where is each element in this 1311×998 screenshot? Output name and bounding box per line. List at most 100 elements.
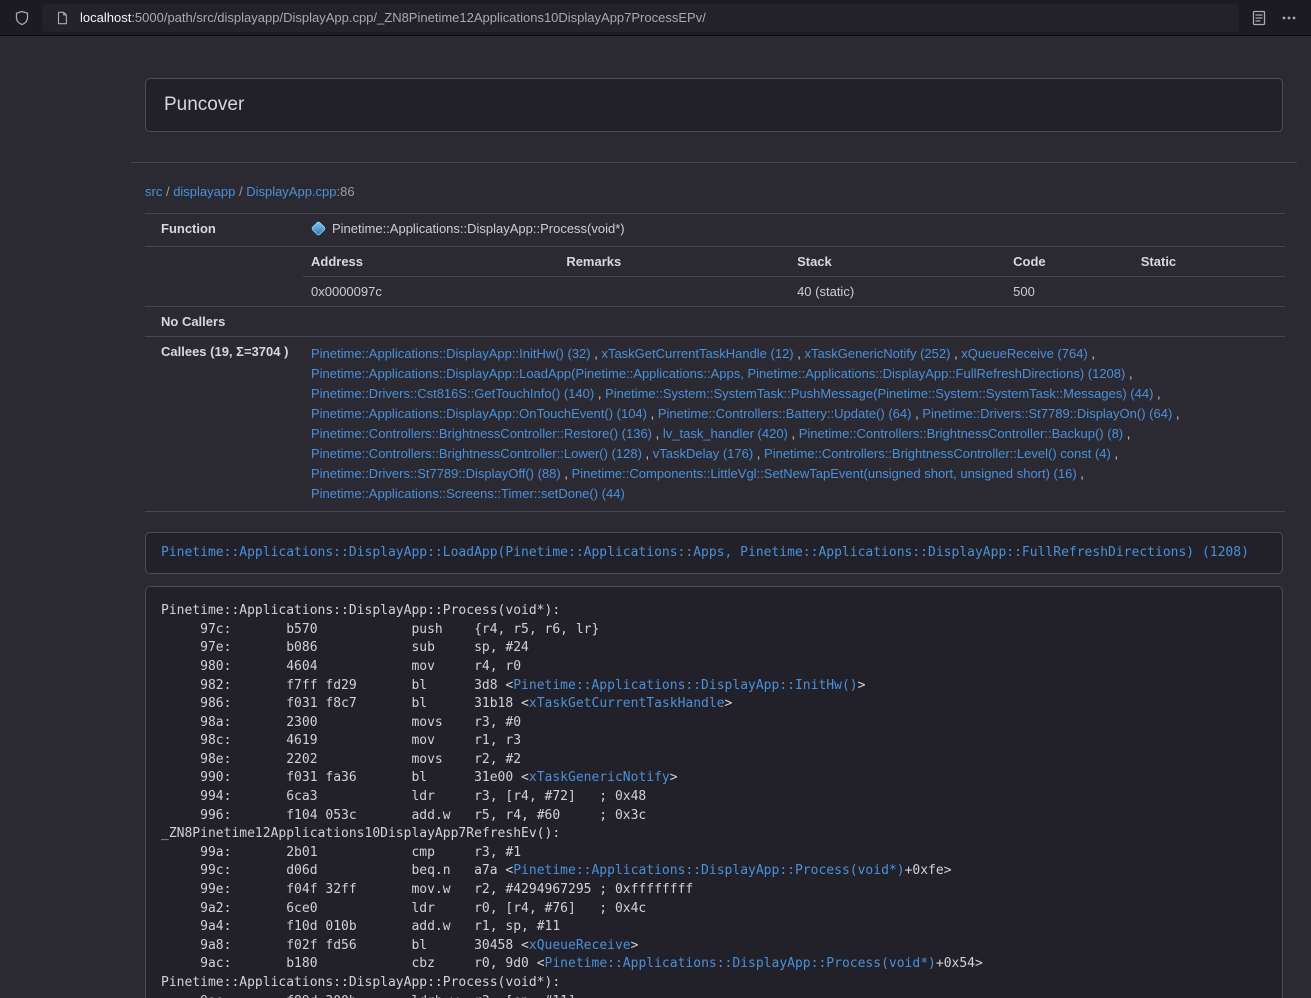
code-text: 99c: d06d beq.n a7a < <box>161 863 513 878</box>
col-stack: Stack <box>789 247 1005 277</box>
code-text: 990: f031 fa36 bl 31e00 < <box>161 770 529 785</box>
code-symbol-link[interactable]: Pinetime::Applications::DisplayApp::Proc… <box>513 863 904 878</box>
page-info-icon[interactable] <box>52 8 72 28</box>
callee-separator: , <box>594 386 605 401</box>
col-remarks: Remarks <box>558 247 789 277</box>
url-path: :5000/path/src/displayapp/DisplayApp.cpp… <box>131 10 706 25</box>
code-text: > <box>631 938 639 953</box>
url-text: localhost:5000/path/src/displayapp/Displ… <box>80 10 706 25</box>
code-symbol-link[interactable]: xTaskGenericNotify <box>529 770 670 785</box>
callee-link[interactable]: Pinetime::Applications::DisplayApp::Init… <box>311 346 591 361</box>
app-header-panel: Puncover <box>145 78 1283 132</box>
stats-row: Address Remarks Stack Code Static 0x0000… <box>145 247 1285 307</box>
callee-link[interactable]: vTaskDelay (176) <box>653 446 753 461</box>
reader-view-icon[interactable] <box>1249 8 1269 28</box>
callee-link[interactable]: Pinetime::Drivers::Cst816S::GetTouchInfo… <box>311 386 594 401</box>
callee-link[interactable]: Pinetime::Controllers::Battery::Update()… <box>658 406 912 421</box>
stats-header-row: Address Remarks Stack Code Static <box>303 247 1285 277</box>
function-icon <box>311 221 326 239</box>
col-code: Code <box>1005 247 1133 277</box>
selected-symbol-link[interactable]: Pinetime::Applications::DisplayApp::Load… <box>161 545 1249 560</box>
code-text: 986: f031 f8c7 bl 31b18 < <box>161 696 529 711</box>
callee-separator: , <box>591 346 602 361</box>
callee-separator: , <box>753 446 764 461</box>
no-callers-cell <box>303 307 1285 337</box>
function-table: Function Pinetime::Applications::Display… <box>145 213 1285 512</box>
cell-static <box>1133 277 1285 307</box>
callee-separator: , <box>1125 366 1132 381</box>
callee-link[interactable]: Pinetime::Controllers::BrightnessControl… <box>764 446 1111 461</box>
callee-separator: , <box>950 346 961 361</box>
code-text: 97e: b086 sub sp, #24 <box>161 640 529 655</box>
url-bar[interactable]: localhost:5000/path/src/displayapp/Displ… <box>42 4 1239 32</box>
callee-link[interactable]: Pinetime::Applications::Screens::Timer::… <box>311 486 625 501</box>
callee-link[interactable]: Pinetime::System::SystemTask::PushMessag… <box>605 386 1153 401</box>
function-name-cell: Pinetime::Applications::DisplayApp::Proc… <box>303 214 1285 247</box>
code-text: 9ac: b180 cbz r0, 9d0 < <box>161 956 545 971</box>
callee-link[interactable]: Pinetime::Controllers::BrightnessControl… <box>799 426 1123 441</box>
callee-separator: , <box>788 426 799 441</box>
breadcrumb-separator: / <box>162 184 173 199</box>
code-symbol-link[interactable]: xTaskGetCurrentTaskHandle <box>529 696 725 711</box>
code-text: 98e: 2202 movs r2, #2 <box>161 752 521 767</box>
callee-link[interactable]: xTaskGetCurrentTaskHandle (12) <box>601 346 793 361</box>
code-text: 98a: 2300 movs r3, #0 <box>161 715 521 730</box>
code-text: Pinetime::Applications::DisplayApp::Proc… <box>161 975 560 990</box>
code-text: 99a: 2b01 cmp r3, #1 <box>161 845 521 860</box>
callee-link[interactable]: Pinetime::Drivers::St7789::DisplayOn() (… <box>922 406 1172 421</box>
callee-link[interactable]: Pinetime::Controllers::BrightnessControl… <box>311 446 642 461</box>
breadcrumb: src / displayapp / DisplayApp.cpp:86 <box>145 184 1283 199</box>
code-text: > <box>725 696 733 711</box>
page-content: Puncover src / displayapp / DisplayApp.c… <box>131 36 1297 998</box>
no-callers-row: No Callers <box>145 307 1285 337</box>
code-text: > <box>858 678 866 693</box>
callee-separator: , <box>647 406 658 421</box>
code-text: 9ae: f89d 300b ldrb.w r3, [sp, #11] <box>161 994 576 998</box>
callee-separator: , <box>1111 446 1118 461</box>
url-host: localhost <box>80 10 131 25</box>
code-symbol-link[interactable]: xQueueReceive <box>529 938 631 953</box>
breadcrumb-link-file[interactable]: DisplayApp.cpp <box>246 184 336 199</box>
callee-separator: , <box>652 426 663 441</box>
function-name: Pinetime::Applications::DisplayApp::Proc… <box>332 221 625 236</box>
code-symbol-link[interactable]: Pinetime::Applications::DisplayApp::Proc… <box>545 956 936 971</box>
callee-link[interactable]: xTaskGenericNotify (252) <box>805 346 951 361</box>
code-text: 996: f104 053c add.w r5, r4, #60 ; 0x3c <box>161 808 646 823</box>
callee-separator: , <box>1088 346 1095 361</box>
callee-link[interactable]: Pinetime::Components::LittleVgl::SetNewT… <box>572 466 1077 481</box>
callee-separator: , <box>794 346 805 361</box>
breadcrumb-link-displayapp[interactable]: displayapp <box>173 184 235 199</box>
code-text: _ZN8Pinetime12Applications10DisplayApp7R… <box>161 826 560 841</box>
disassembly-panel: Pinetime::Applications::DisplayApp::Proc… <box>145 586 1283 998</box>
tracking-protection-shield-icon[interactable] <box>12 8 32 28</box>
code-text: 994: 6ca3 ldr r3, [r4, #72] ; 0x48 <box>161 789 646 804</box>
more-menu-icon[interactable] <box>1279 8 1299 28</box>
callee-separator: , <box>561 466 572 481</box>
code-text: 9a2: 6ce0 ldr r0, [r4, #76] ; 0x4c <box>161 901 646 916</box>
code-text: 982: f7ff fd29 bl 3d8 < <box>161 678 513 693</box>
callee-link[interactable]: Pinetime::Applications::DisplayApp::OnTo… <box>311 406 647 421</box>
cell-remarks <box>558 277 789 307</box>
stats-cell: Address Remarks Stack Code Static 0x0000… <box>303 247 1285 307</box>
callee-link[interactable]: Pinetime::Controllers::BrightnessControl… <box>311 426 652 441</box>
selected-symbol-panel: Pinetime::Applications::DisplayApp::Load… <box>145 532 1283 574</box>
code-text: 97c: b570 push {r4, r5, r6, lr} <box>161 622 599 637</box>
cell-stack: 40 (static) <box>789 277 1005 307</box>
function-row: Function Pinetime::Applications::Display… <box>145 214 1285 247</box>
col-static: Static <box>1133 247 1285 277</box>
callee-link[interactable]: xQueueReceive (764) <box>961 346 1087 361</box>
breadcrumb-separator: / <box>235 184 246 199</box>
stats-value-row: 0x0000097c 40 (static) 500 <box>303 277 1285 307</box>
breadcrumb-link-src[interactable]: src <box>145 184 162 199</box>
code-text: 9a8: f02f fd56 bl 30458 < <box>161 938 529 953</box>
callee-separator: , <box>1153 386 1160 401</box>
code-text: +0xfe> <box>905 863 952 878</box>
divider <box>131 162 1297 163</box>
callee-separator: , <box>911 406 922 421</box>
code-symbol-link[interactable]: Pinetime::Applications::DisplayApp::Init… <box>513 678 857 693</box>
callee-link[interactable]: Pinetime::Drivers::St7789::DisplayOff() … <box>311 466 561 481</box>
callee-link[interactable]: Pinetime::Applications::DisplayApp::Load… <box>311 366 1125 381</box>
callee-separator: , <box>1172 406 1179 421</box>
callee-link[interactable]: lv_task_handler (420) <box>663 426 788 441</box>
disassembly: Pinetime::Applications::DisplayApp::Proc… <box>161 602 1267 998</box>
